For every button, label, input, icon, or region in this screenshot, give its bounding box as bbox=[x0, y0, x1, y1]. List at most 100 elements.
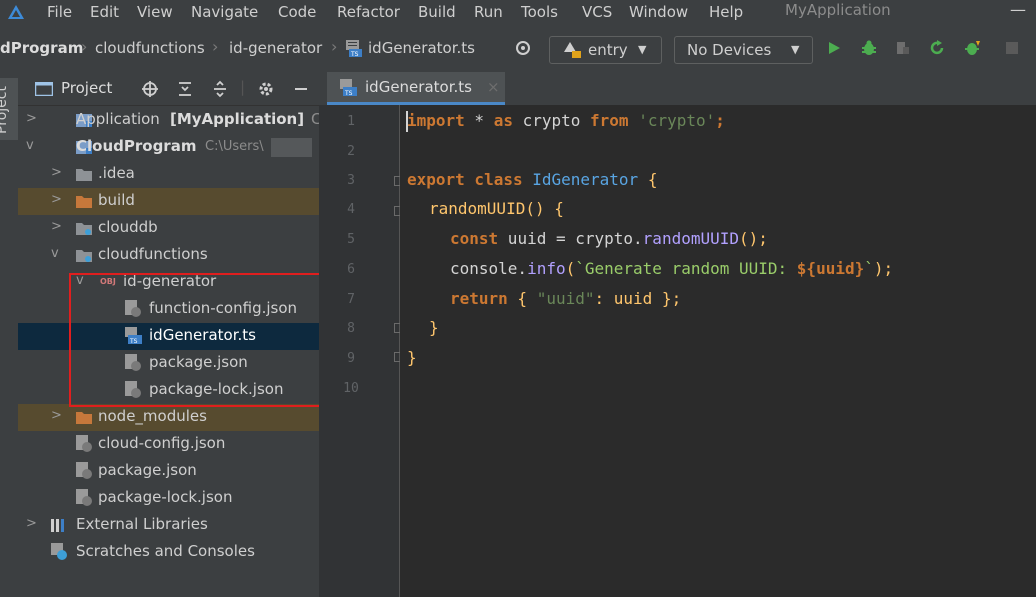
navigation-bar: dProgram › cloudfunctions › id-generator… bbox=[0, 25, 1036, 73]
tree-item-label: cloudfunctions bbox=[98, 245, 208, 263]
app-logo-icon bbox=[8, 5, 24, 19]
menu-tools[interactable]: Tools bbox=[521, 3, 558, 21]
tree-item-clouddb[interactable]: > clouddb bbox=[18, 215, 319, 242]
menu-navigate[interactable]: Navigate bbox=[191, 3, 258, 21]
project-side-tab[interactable]: Project bbox=[0, 78, 18, 140]
method-call: randomUUID bbox=[642, 229, 739, 248]
chevron-right-icon[interactable]: > bbox=[51, 192, 62, 207]
menu-window[interactable]: Window bbox=[629, 3, 688, 21]
tree-item-idea[interactable]: > .idea bbox=[18, 161, 319, 188]
run-icon[interactable] bbox=[825, 39, 843, 57]
code-line-3: export class IdGenerator { bbox=[407, 170, 657, 189]
menu-help[interactable]: Help bbox=[709, 3, 743, 21]
gear-icon[interactable] bbox=[257, 80, 275, 98]
menu-refactor[interactable]: Refactor bbox=[337, 3, 400, 21]
template-literal: ` bbox=[864, 259, 874, 278]
tree-item-node-modules[interactable]: > node_modules bbox=[18, 404, 319, 431]
line-number: 2 bbox=[347, 144, 355, 159]
svg-text:TS: TS bbox=[350, 51, 359, 57]
tree-item-cloudprogram[interactable]: v CloudProgram C:\Users\ bbox=[18, 134, 319, 161]
chevron-down-icon: ▼ bbox=[638, 43, 647, 56]
chevron-right-icon[interactable]: > bbox=[51, 165, 62, 180]
editor-tab-idgenerator[interactable]: TS idGenerator.ts × bbox=[327, 72, 505, 105]
keyword-export: export bbox=[407, 170, 465, 189]
breadcrumb-cloudfunctions[interactable]: cloudfunctions bbox=[95, 39, 205, 57]
menu-file[interactable]: File bbox=[47, 3, 72, 21]
menu-bar: File Edit View Navigate Code Refactor Bu… bbox=[0, 0, 1036, 25]
chevron-down-icon[interactable]: v bbox=[51, 246, 59, 261]
project-panel-title[interactable]: Project bbox=[61, 79, 112, 97]
code-token: : uuid }; bbox=[594, 289, 682, 308]
chevron-right-icon[interactable]: > bbox=[51, 219, 62, 234]
device-select[interactable]: No Devices ▼ bbox=[674, 36, 813, 64]
line-number: 10 bbox=[343, 381, 359, 396]
code-line-7: return { "uuid": uuid }; bbox=[450, 289, 681, 308]
breadcrumb-file[interactable]: idGenerator.ts bbox=[368, 39, 475, 57]
tree-item-external-libraries[interactable]: > External Libraries bbox=[18, 512, 319, 539]
locate-icon[interactable] bbox=[141, 80, 159, 98]
collapse-all-icon[interactable] bbox=[211, 80, 229, 98]
code-token: crypto bbox=[512, 111, 591, 130]
attach-debugger-icon[interactable] bbox=[894, 39, 912, 57]
keyword-as: as bbox=[493, 111, 513, 130]
hide-panel-icon[interactable] bbox=[292, 80, 310, 98]
annotation-highlight-box bbox=[69, 273, 323, 407]
expand-all-icon[interactable] bbox=[176, 80, 194, 98]
tree-item-build[interactable]: > build bbox=[18, 188, 319, 215]
text-caret bbox=[406, 111, 408, 132]
string-literal: 'crypto' bbox=[628, 111, 716, 130]
code-token: ( bbox=[565, 259, 576, 278]
chevron-down-icon[interactable]: v bbox=[26, 138, 34, 153]
minimize-button[interactable]: — bbox=[1010, 0, 1026, 19]
json-file-icon bbox=[76, 435, 92, 452]
breadcrumb-id-generator[interactable]: id-generator bbox=[229, 39, 322, 57]
stop-icon[interactable] bbox=[1003, 39, 1021, 57]
tree-item-cloud-config[interactable]: cloud-config.json bbox=[18, 431, 319, 458]
class-name: IdGenerator bbox=[522, 170, 639, 189]
code-line-4: randomUUID() { bbox=[429, 199, 564, 218]
chevron-right-icon[interactable]: > bbox=[51, 408, 62, 423]
line-number: 7 bbox=[347, 292, 355, 307]
library-icon bbox=[51, 519, 64, 532]
line-number: 3 bbox=[347, 173, 355, 188]
code-token: uuid = crypto. bbox=[498, 229, 643, 248]
tree-item-label: Scratches and Consoles bbox=[76, 542, 255, 560]
debug-icon[interactable] bbox=[860, 39, 878, 57]
clouddb-folder-icon bbox=[76, 223, 92, 235]
menu-build[interactable]: Build bbox=[418, 3, 456, 21]
chevron-right-icon[interactable]: > bbox=[26, 516, 37, 531]
menu-run[interactable]: Run bbox=[474, 3, 503, 21]
tree-item-label: clouddb bbox=[98, 218, 158, 236]
breadcrumb-project[interactable]: dProgram bbox=[0, 39, 83, 57]
tree-item-label: External Libraries bbox=[76, 515, 208, 533]
header-divider: | bbox=[240, 78, 246, 96]
target-icon[interactable] bbox=[514, 39, 532, 57]
editor-tab-label: idGenerator.ts bbox=[365, 78, 472, 96]
tree-item-label: package-lock.json bbox=[98, 488, 233, 506]
breadcrumb-separator: › bbox=[331, 37, 338, 56]
profiler-icon[interactable] bbox=[964, 39, 982, 57]
project-view-icon bbox=[35, 82, 53, 96]
code-token: ); bbox=[873, 259, 894, 278]
breadcrumb-separator: › bbox=[81, 37, 88, 56]
tree-item-scratches[interactable]: Scratches and Consoles bbox=[18, 539, 319, 566]
tree-item-root-package-json[interactable]: package.json bbox=[18, 458, 319, 485]
tree-item-cloudfunctions[interactable]: v cloudfunctions bbox=[18, 242, 319, 269]
keyword-import: import bbox=[407, 111, 465, 130]
menu-view[interactable]: View bbox=[137, 3, 173, 21]
typescript-file-icon: TS bbox=[346, 40, 362, 57]
tool-window-strip bbox=[0, 72, 19, 597]
menu-vcs[interactable]: VCS bbox=[582, 3, 612, 21]
close-icon[interactable]: × bbox=[487, 78, 500, 96]
tree-item-application[interactable]: > Application [MyApplication] C bbox=[18, 107, 321, 134]
run-configuration-select[interactable]: entry ▼ bbox=[549, 36, 662, 64]
tree-item-root-package-lock-json[interactable]: package-lock.json bbox=[18, 485, 319, 512]
line-number-gutter: 1 2 3 4 5 6 7 8 9 10 bbox=[319, 105, 400, 597]
chevron-right-icon[interactable]: > bbox=[26, 111, 37, 126]
menu-edit[interactable]: Edit bbox=[90, 3, 119, 21]
tree-item-label: build bbox=[98, 191, 135, 209]
menu-code[interactable]: Code bbox=[278, 3, 316, 21]
code-editor[interactable]: import * as crypto from 'crypto'; export… bbox=[400, 105, 1036, 597]
line-number: 5 bbox=[347, 232, 355, 247]
apply-changes-icon[interactable] bbox=[928, 39, 946, 57]
